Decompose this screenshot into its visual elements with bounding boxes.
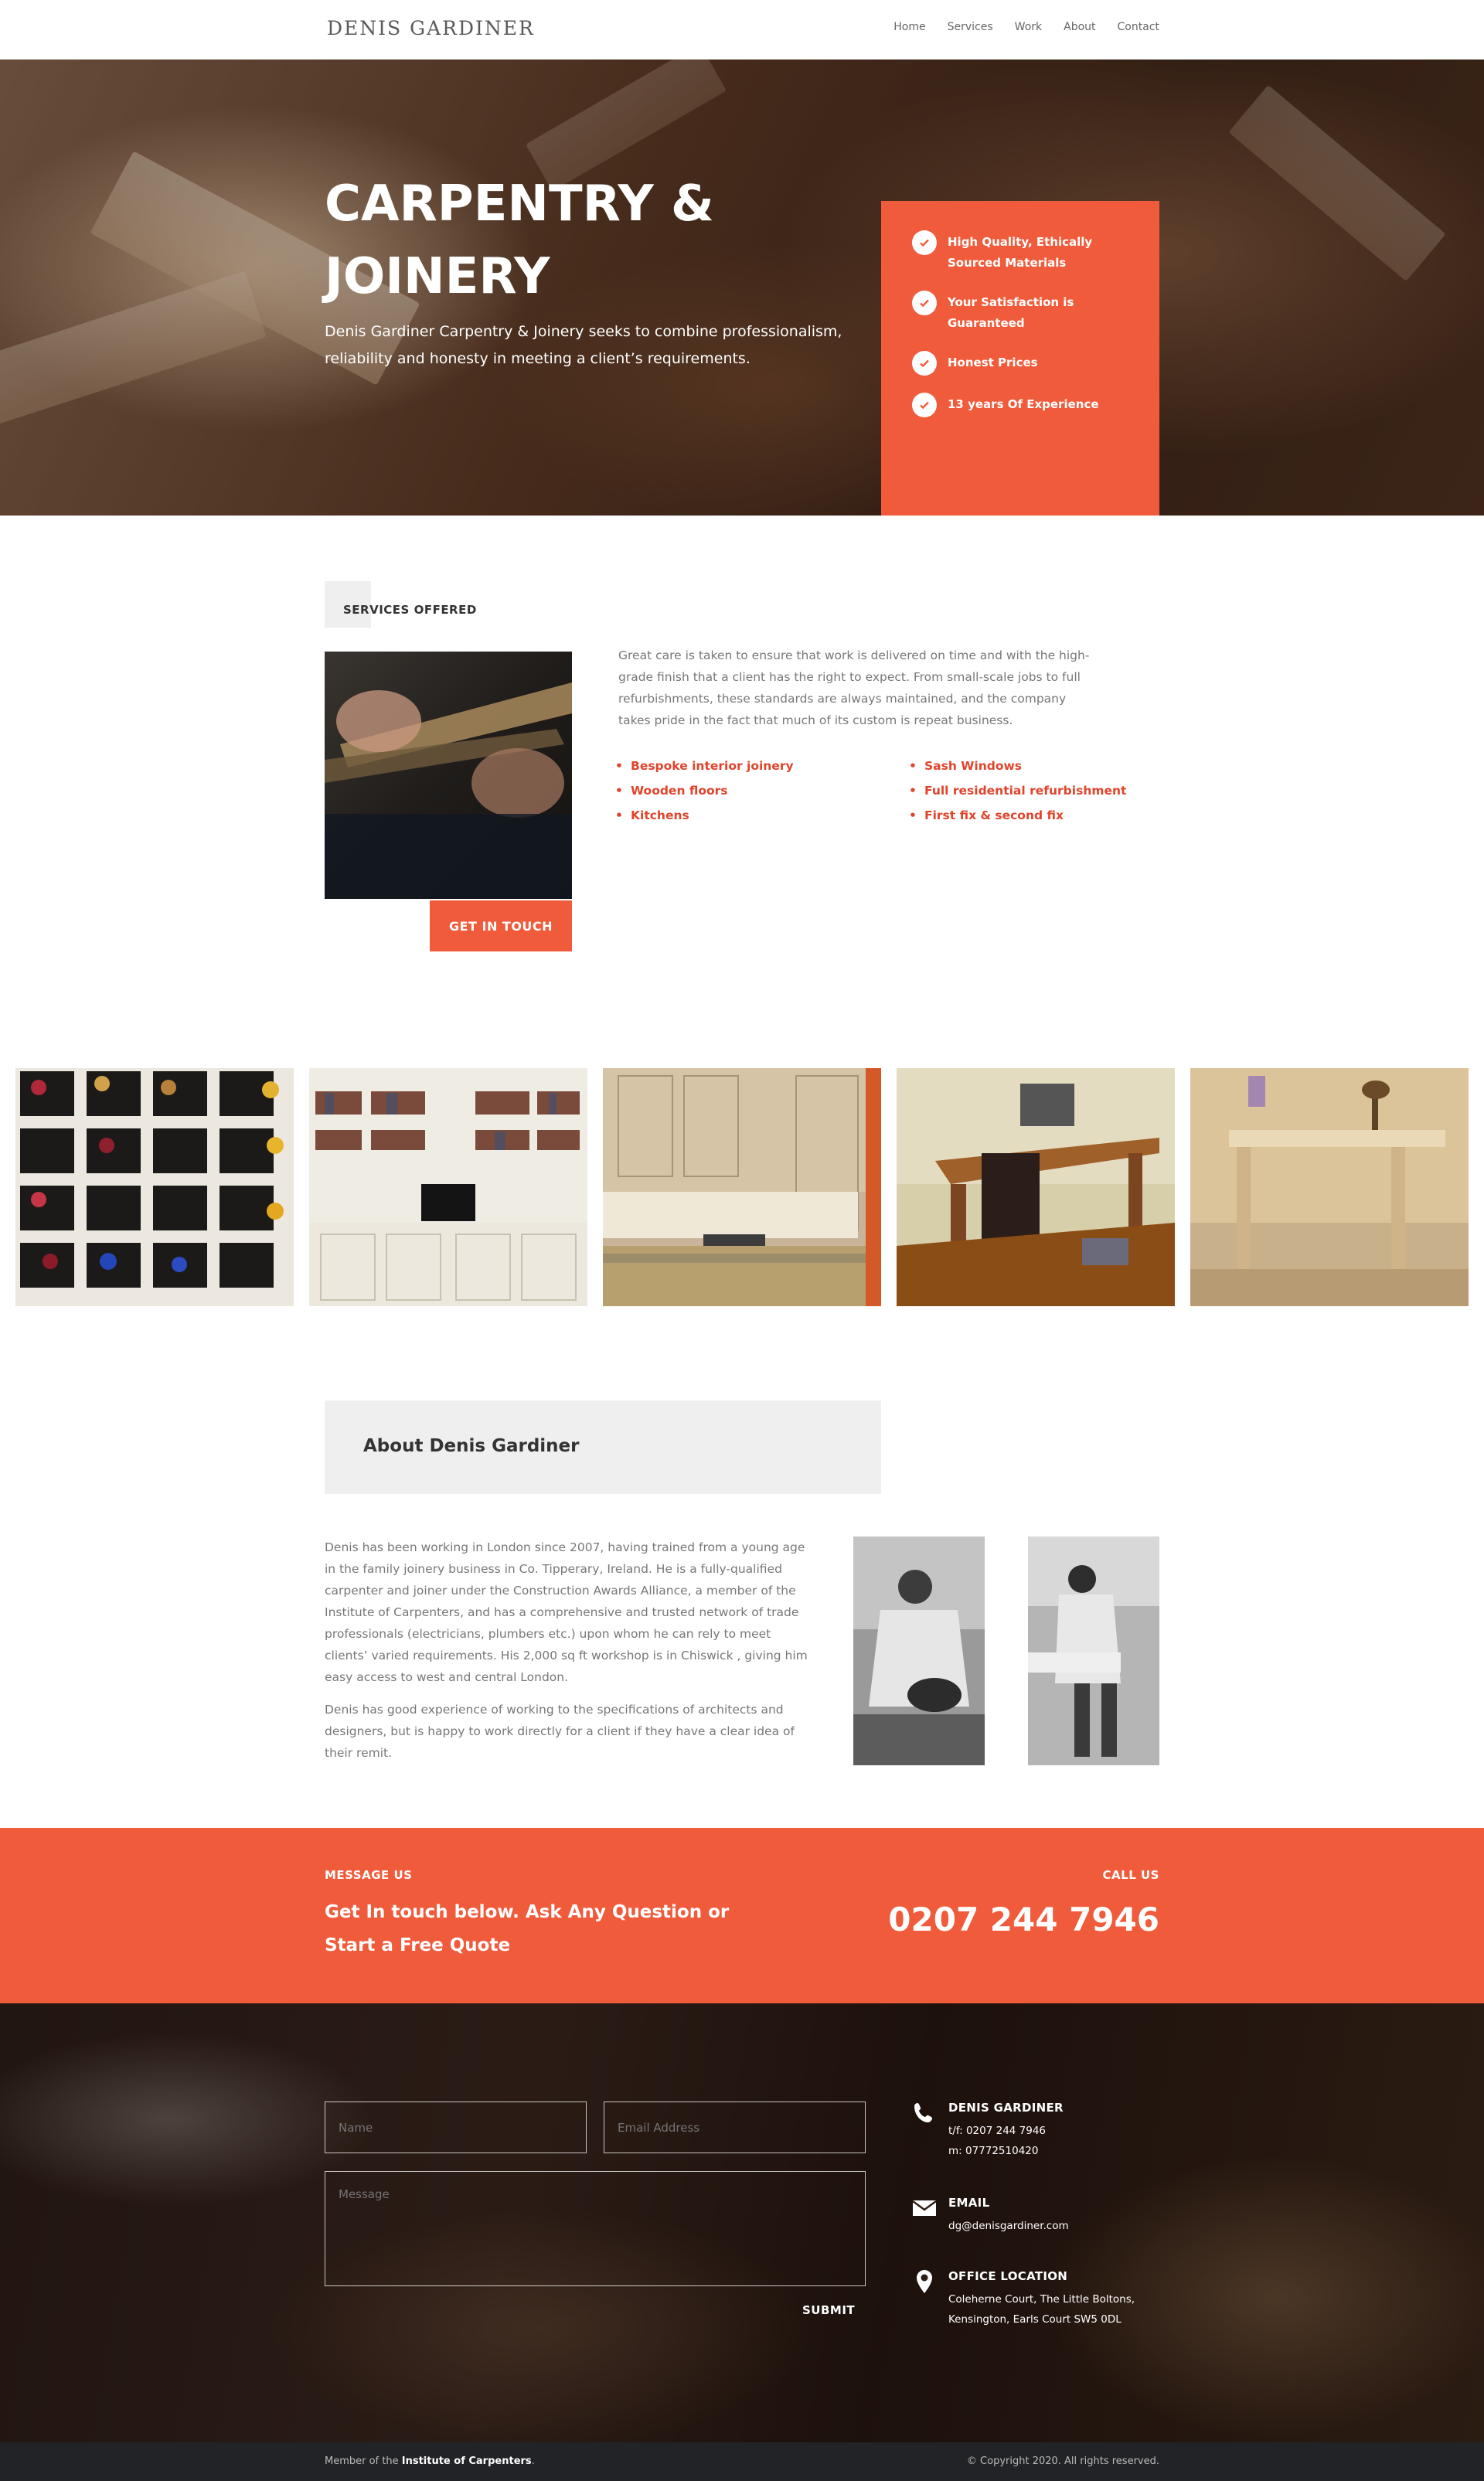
services-description: Great care is taken to ensure that work … [618, 648, 1090, 727]
nav-link-contact[interactable]: Contact [1118, 21, 1159, 33]
service-item: Wooden floors [615, 784, 794, 798]
work-gallery [15, 1068, 1469, 1306]
service-item: Sash Windows [909, 759, 1126, 773]
hero-section: CARPENTRY & JOINERY Denis Gardiner Carpe… [0, 60, 1484, 516]
message-us-label: MESSAGE US [325, 1868, 413, 1882]
address-line-2: Kensington, Earls Court SW5 0DL [948, 2313, 1122, 2326]
phone-icon [912, 2101, 937, 2125]
about-paragraph-2: Denis has good experience of working to … [325, 1703, 795, 1760]
hero-title: CARPENTRY & JOINERY [325, 168, 819, 313]
email-icon [912, 2196, 937, 2221]
membership-note: Member of the Institute of Carpenters. [325, 2455, 535, 2467]
contact-email-info: EMAIL dg@denisgardiner.com [912, 2196, 1159, 2236]
top-navigation: DENIS GARDINER Home Services Work About … [0, 0, 1484, 60]
hero-subtitle: Denis Gardiner Carpentry & Joinery seeks… [325, 323, 842, 367]
gallery-image-desk[interactable] [897, 1068, 1175, 1306]
feature-text: High Quality, Ethically Sourced Material… [948, 235, 1093, 270]
service-item: Kitchens [615, 808, 794, 822]
call-us-label: CALL US [1102, 1868, 1159, 1882]
call-to-action-bar: MESSAGE US Get In touch below. Ask Any Q… [0, 1828, 1484, 2003]
nav-link-work[interactable]: Work [1015, 21, 1042, 33]
check-icon [912, 291, 937, 315]
feature-item: 13 years Of Experience [912, 393, 1128, 417]
services-list-right: Sash Windows Full residential refurbishm… [909, 759, 1126, 833]
feature-text: 13 years Of Experience [948, 397, 1099, 411]
feature-text: Your Satisfaction is Guaranteed [948, 295, 1074, 330]
service-item: Full residential refurbishment [909, 784, 1126, 798]
feature-item: Honest Prices [912, 351, 1128, 376]
location-pin-icon [912, 2269, 937, 2294]
main-menu: Home Services Work About Contact [893, 21, 1159, 33]
message-textarea[interactable] [325, 2171, 866, 2286]
photo-denis-workshop [1028, 1537, 1159, 1765]
service-item: Bespoke interior joinery [615, 759, 794, 773]
footer: Member of the Institute of Carpenters. ©… [0, 2442, 1484, 2481]
about-text: Denis has been working in London since 2… [325, 1537, 812, 1775]
about-paragraph-1: Denis has been working in London since 2… [325, 1540, 808, 1684]
about-heading-box: About Denis Gardiner [325, 1400, 881, 1494]
check-icon [912, 230, 937, 255]
services-title: SERVICES OFFERED [343, 603, 477, 617]
hero-title-line1: CARPENTRY & [325, 175, 714, 233]
service-item: First fix & second fix [909, 808, 1126, 822]
gallery-image-console-table[interactable] [1190, 1068, 1469, 1306]
nav-link-home[interactable]: Home [893, 21, 925, 33]
gallery-image-kitchen[interactable] [603, 1068, 881, 1306]
photo-denis-sanding [853, 1537, 985, 1765]
gallery-image-bookcase[interactable] [309, 1068, 587, 1306]
company-name: DENIS GARDINER [948, 2101, 1064, 2115]
message-heading: Get In touch below. Ask Any Question or … [325, 1902, 730, 1955]
contact-location-info: OFFICE LOCATION Coleherne Court, The Lit… [912, 2269, 1159, 2330]
check-icon [912, 351, 937, 376]
gallery-image-wine-rack[interactable] [15, 1068, 294, 1306]
email-title: EMAIL [948, 2196, 990, 2210]
contact-company-info: DENIS GARDINER t/f: 0207 244 7946 m: 077… [912, 2101, 1159, 2161]
office-location-title: OFFICE LOCATION [948, 2269, 1068, 2283]
email-input[interactable] [604, 2102, 866, 2153]
feature-item: Your Satisfaction is Guaranteed [912, 291, 1128, 334]
services-photo [325, 652, 572, 899]
nav-link-about[interactable]: About [1064, 21, 1095, 33]
services-list-left: Bespoke interior joinery Wooden floors K… [615, 759, 794, 833]
features-box: High Quality, Ethically Sourced Material… [881, 201, 1159, 516]
copyright-notice: © Copyright 2020. All rights reserved. [966, 2455, 1159, 2467]
cta-phone-number[interactable]: 0207 244 7946 [888, 1901, 1159, 1938]
feature-text: Honest Prices [948, 356, 1038, 369]
address-line-1: Coleherne Court, The Little Boltons, [948, 2293, 1135, 2306]
email-address[interactable]: dg@denisgardiner.com [948, 2216, 1159, 2236]
name-input[interactable] [325, 2102, 587, 2153]
submit-button[interactable]: SUBMIT [802, 2303, 855, 2317]
about-title: About Denis Gardiner [363, 1436, 580, 1456]
feature-item: High Quality, Ethically Sourced Material… [912, 230, 1128, 274]
site-logo[interactable]: DENIS GARDINER [327, 17, 535, 39]
telephone-fax: t/f: 0207 244 7946 [948, 2125, 1047, 2137]
membership-prefix: Member of the [325, 2455, 402, 2467]
membership-organisation[interactable]: Institute of Carpenters [402, 2455, 532, 2467]
check-icon [912, 393, 937, 417]
membership-suffix: . [531, 2455, 535, 2467]
hero-title-line2: JOINERY [325, 248, 550, 305]
nav-link-services[interactable]: Services [948, 21, 993, 33]
mobile-number: m: 07772510420 [948, 2145, 1039, 2157]
get-in-touch-button[interactable]: GET IN TOUCH [430, 900, 572, 951]
